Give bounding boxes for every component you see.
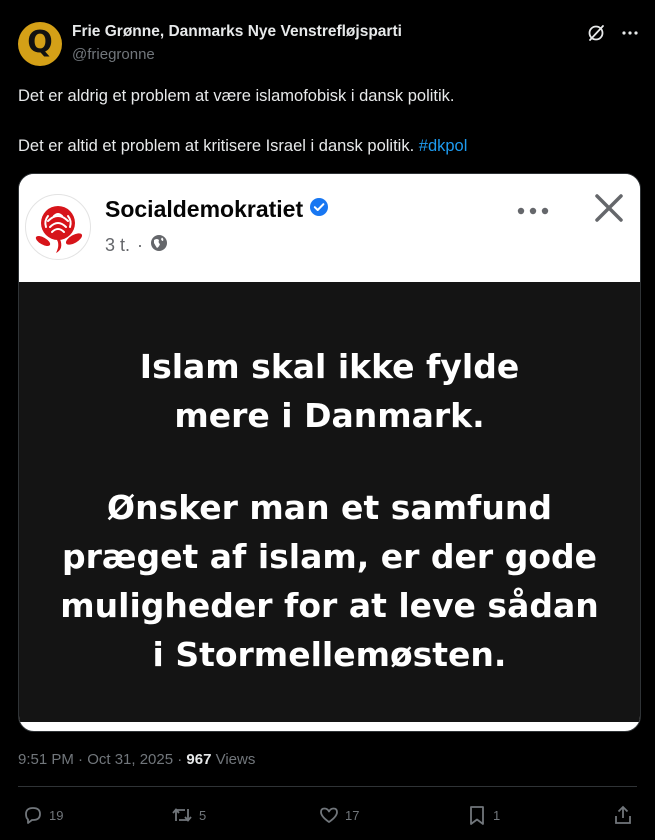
views-label: Views — [211, 751, 256, 768]
embedded-post-image: Islam skal ikke fylde mere i Danmark. Øn… — [19, 282, 640, 722]
tweet-timestamp: 9:51 PM · Oct 31, 2025 · 967 Views — [18, 751, 255, 768]
display-name[interactable]: Frie Grønne, Danmarks Nye Venstrefløjspa… — [72, 22, 402, 42]
repost-count: 5 — [199, 807, 207, 823]
post-line: muligheder for at leve sådan — [60, 586, 599, 625]
more-icon[interactable] — [621, 24, 639, 42]
timestamp-text[interactable]: 9:51 PM · Oct 31, 2025 · — [18, 751, 186, 768]
embedded-page-name: Socialdemokratiet — [105, 196, 329, 223]
share-icon — [612, 804, 634, 826]
embedded-page-name-text: Socialdemokratiet — [105, 196, 304, 222]
author-block: Frie Grønne, Danmarks Nye Venstrefløjspa… — [72, 22, 402, 65]
reply-icon — [22, 804, 44, 826]
handle[interactable]: @friegronne — [72, 45, 402, 65]
like-count: 17 — [345, 807, 360, 823]
post-line: i Stormellemøsten. — [152, 635, 507, 674]
post-line: Ønsker man et samfund — [107, 488, 552, 527]
post-line: præget af islam, er der gode — [61, 537, 597, 576]
like-button[interactable]: 17 — [318, 804, 359, 826]
repost-icon — [170, 804, 194, 826]
tweet-text: Det er aldrig et problem at være islamof… — [18, 84, 638, 158]
verified-badge-icon — [309, 196, 329, 223]
divider — [18, 786, 637, 787]
embedded-post-text: Islam skal ikke fylde mere i Danmark. Øn… — [19, 342, 640, 679]
bookmark-button[interactable]: 1 — [466, 804, 500, 826]
bookmark-icon — [466, 804, 488, 826]
bookmark-count: 1 — [493, 807, 501, 823]
rose-logo-icon — [25, 194, 91, 260]
views-count: 967 — [186, 751, 212, 768]
avatar-letter: Q — [27, 25, 53, 60]
media-image[interactable]: Socialdemokratiet 3 t. · Islam skal ikke… — [18, 173, 641, 732]
globe-icon — [150, 234, 168, 257]
post-line: mere i Danmark. — [174, 396, 485, 435]
share-button[interactable] — [612, 804, 634, 826]
header-icons — [587, 24, 639, 42]
embedded-more-icon — [517, 204, 549, 222]
avatar[interactable]: Q — [18, 22, 62, 66]
post-line: Islam skal ikke fylde — [139, 347, 520, 386]
repost-button[interactable]: 5 — [170, 804, 206, 826]
reply-count: 19 — [49, 807, 64, 823]
tweet-line-1: Det er aldrig et problem at være islamof… — [18, 87, 455, 105]
action-bar: 19 5 17 1 — [22, 804, 642, 828]
heart-icon — [318, 804, 340, 826]
embedded-post-meta: 3 t. · — [105, 234, 168, 257]
tweet-line-2: Det er altid et problem at kritisere Isr… — [18, 134, 638, 158]
tweet-header: Q Frie Grønne, Danmarks Nye Venstrefløjs… — [18, 18, 643, 68]
tweet-line-2-text: Det er altid et problem at kritisere Isr… — [18, 137, 415, 155]
grok-icon[interactable] — [587, 24, 605, 42]
embedded-post-header: Socialdemokratiet 3 t. · — [19, 174, 640, 282]
embedded-close-icon — [593, 192, 625, 229]
reply-button[interactable]: 19 — [22, 804, 63, 826]
embedded-time: 3 t. — [105, 235, 131, 255]
hashtag-link[interactable]: #dkpol — [419, 137, 468, 155]
embedded-separator: · — [137, 235, 144, 255]
